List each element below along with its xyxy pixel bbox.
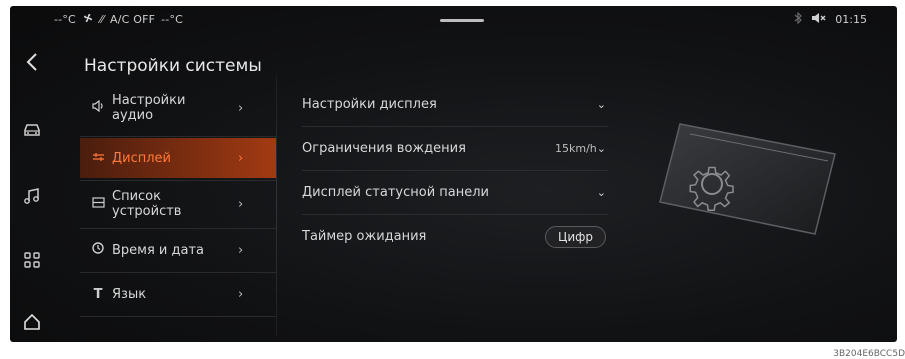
setting-label: Таймер ожидания [302, 228, 427, 244]
chevron-down-icon: ⌄ [596, 97, 606, 111]
display-gear-illustration [650, 106, 850, 246]
panel-divider [276, 76, 277, 336]
menu-item-language[interactable]: T Язык › [80, 274, 276, 314]
chevron-down-icon: ⌄ [596, 185, 606, 199]
music-icon[interactable] [20, 184, 44, 208]
status-bar: --°C ⁄⁄ A/C OFF --°C 01:15 [10, 6, 897, 34]
setting-display-settings[interactable]: Настройки дисплея ⌄ [302, 86, 608, 122]
left-rail [10, 34, 60, 342]
right-temperature: --°C [161, 13, 184, 26]
menu-item-label: Время и дата [112, 242, 205, 258]
setting-label: Настройки дисплея [302, 96, 437, 112]
clock-icon [90, 242, 106, 258]
infotainment-screen: --°C ⁄⁄ A/C OFF --°C 01:15 Настройки сис… [10, 6, 897, 342]
device-list-icon [90, 196, 106, 212]
chevron-right-icon: › [238, 242, 244, 258]
speaker-icon [90, 99, 106, 116]
home-icon[interactable] [20, 310, 44, 334]
menu-item-time-date[interactable]: Время и дата › [80, 230, 276, 270]
setting-driving-restrictions[interactable]: Ограничения вождения 15km/h⌄ [302, 130, 608, 166]
climate-status[interactable]: --°C ⁄⁄ A/C OFF --°C [54, 12, 183, 27]
divider [80, 272, 276, 273]
apps-grid-icon[interactable] [20, 248, 44, 272]
drag-handle[interactable] [440, 19, 484, 22]
menu-item-audio[interactable]: Настройки аудио › [80, 86, 276, 130]
divider [302, 214, 608, 215]
setting-status-bar-display[interactable]: Дисплей статусной панели ⌄ [302, 174, 608, 210]
chevron-right-icon: › [238, 286, 244, 302]
menu-item-label: Список устройств [112, 189, 182, 219]
left-temperature: --°C [54, 13, 76, 26]
divider [302, 170, 608, 171]
timer-mode-button[interactable]: Цифр [545, 226, 606, 248]
bluetooth-icon [794, 11, 803, 27]
image-code: 3B204E6BCC5D [833, 349, 905, 359]
menu-item-devices[interactable]: Список устройств › [80, 182, 276, 226]
ac-status: A/C OFF [110, 13, 156, 26]
setting-sleep-timer: Таймер ожидания Цифр [302, 218, 608, 254]
setting-label: Дисплей статусной панели [302, 184, 489, 200]
menu-item-label: Язык [112, 286, 147, 302]
menu-item-display[interactable]: Дисплей › [80, 138, 276, 178]
chevron-down-icon: ⌄ [596, 141, 606, 155]
divider [302, 126, 608, 127]
page-title: Настройки системы [84, 56, 262, 76]
menu-item-label: Настройки аудио [112, 93, 186, 123]
ac-icon: ⁄⁄ [99, 13, 104, 26]
language-icon: T [93, 286, 103, 302]
divider [80, 316, 276, 317]
display-adjust-icon [90, 151, 106, 166]
divider [80, 228, 276, 229]
status-right: 01:15 [794, 11, 867, 27]
divider [80, 180, 276, 181]
volume-mute-icon [811, 12, 827, 27]
clock-time: 01:15 [835, 13, 867, 26]
chevron-right-icon: › [238, 100, 244, 116]
chevron-right-icon: › [238, 196, 244, 212]
setting-value: 15km/h⌄ [555, 141, 606, 155]
divider [80, 136, 276, 137]
menu-item-label: Дисплей [112, 150, 172, 166]
car-icon[interactable] [20, 118, 44, 142]
setting-label: Ограничения вождения [302, 140, 466, 156]
back-icon[interactable] [20, 50, 44, 74]
fan-icon [82, 12, 94, 27]
chevron-right-icon: › [238, 150, 244, 166]
